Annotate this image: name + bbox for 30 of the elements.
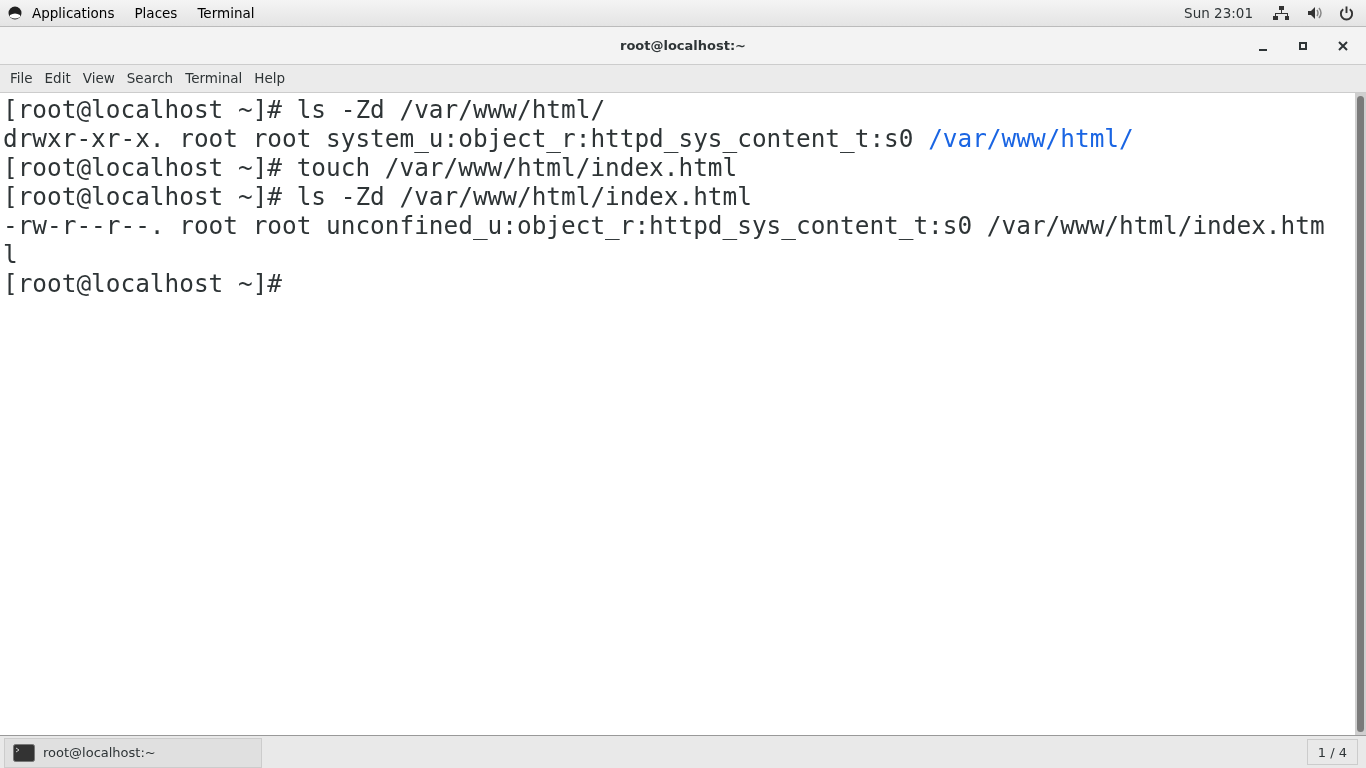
output-line: l: [3, 240, 18, 269]
close-icon: [1338, 40, 1348, 51]
top-menu[interactable]: Applications: [22, 0, 125, 27]
clock[interactable]: Sun 23:01: [1174, 0, 1263, 27]
terminal-icon: [13, 744, 35, 762]
top-menu[interactable]: Terminal: [187, 0, 265, 27]
network-icon[interactable]: [1273, 5, 1289, 21]
menu-item[interactable]: View: [76, 65, 121, 92]
workspace-switcher[interactable]: 1 / 4: [1306, 739, 1358, 765]
directory-path: /var/www/html/: [928, 124, 1134, 153]
scrollbar-thumb[interactable]: [1357, 96, 1364, 732]
window-title: root@localhost:~: [619, 36, 746, 55]
menu-item[interactable]: Edit: [38, 65, 77, 92]
command-line: [root@localhost ~]# touch /var/www/html/index.html: [3, 153, 738, 182]
power-icon[interactable]: [1339, 5, 1354, 21]
taskbar-window[interactable]: root@localhost:~: [4, 738, 262, 768]
command-line: [root@localhost ~]# ls -Zd /var/www/html/index.html: [3, 182, 752, 211]
command-line: [root@localhost ~]#: [3, 269, 282, 298]
maximize-icon: [1299, 41, 1307, 50]
output-line: drwxr-xr-x. root root system_u:object_r:httpd_sys_content_t:s0: [3, 124, 915, 153]
menu-item[interactable]: Help: [248, 65, 292, 92]
menu-item[interactable]: Terminal: [179, 65, 249, 92]
menu-item[interactable]: Search: [120, 65, 180, 92]
minimize-icon: [1259, 48, 1267, 51]
top-menu[interactable]: Places: [124, 0, 188, 27]
command-line: [root@localhost ~]# ls -Zd /var/www/html/: [3, 95, 606, 124]
distro-logo-icon[interactable]: [8, 6, 22, 20]
menu-item[interactable]: File: [4, 65, 39, 92]
volume-icon[interactable]: [1307, 6, 1323, 20]
output-line: -rw-r--r--. root root unconfined_u:object_r:httpd_sys_content_t:s0 /var/www/html/index.htm: [3, 211, 1325, 240]
